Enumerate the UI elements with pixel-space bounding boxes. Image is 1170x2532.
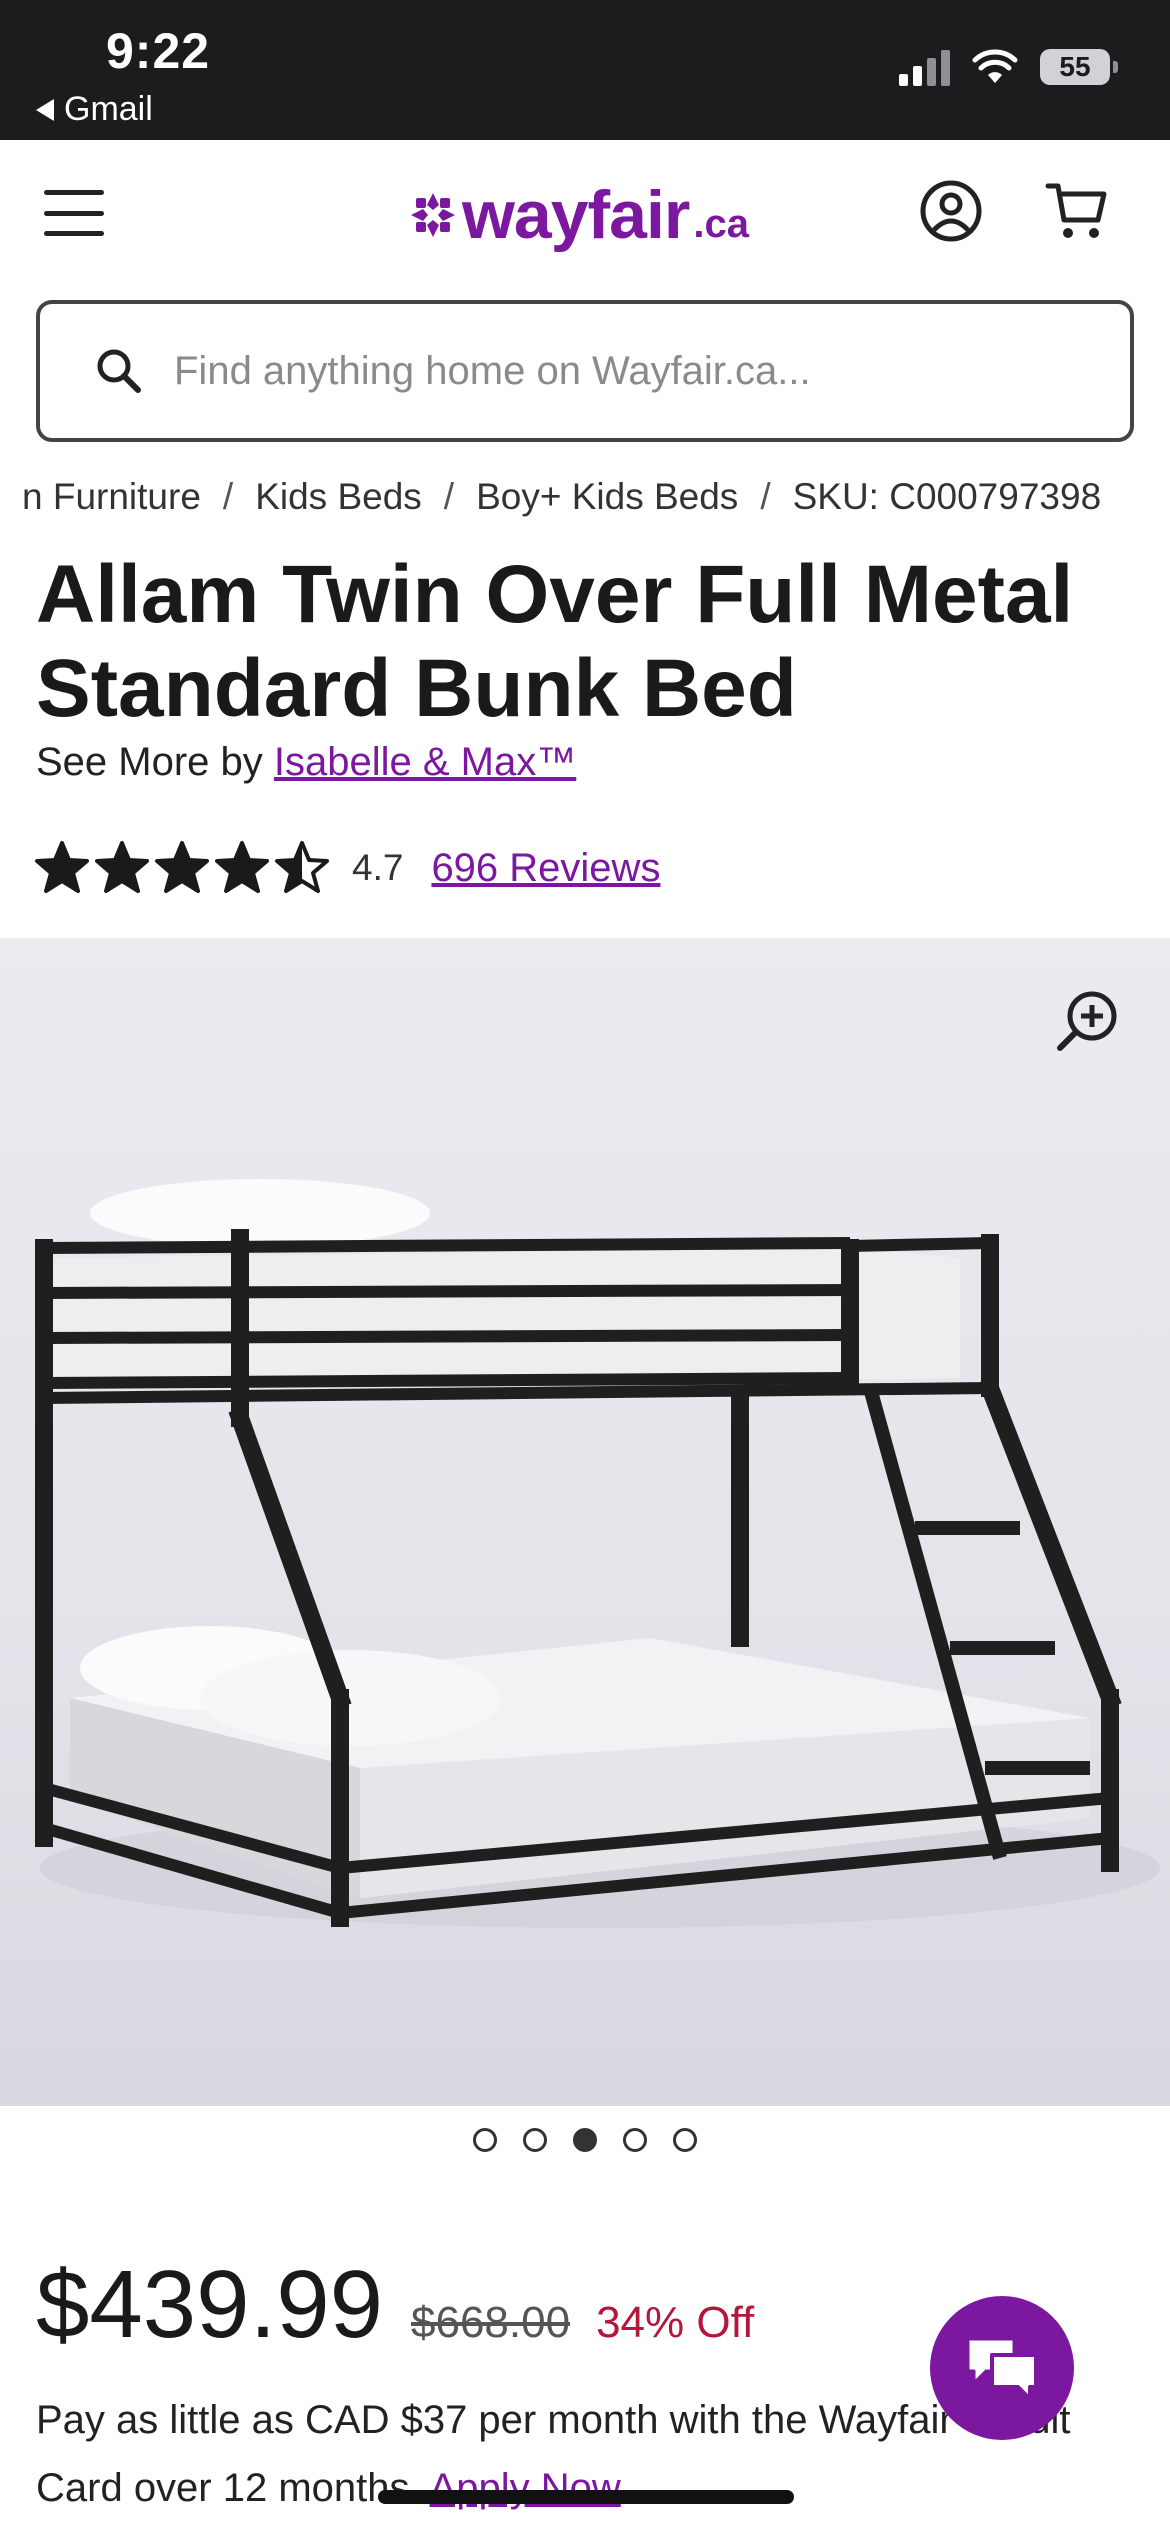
star-icon [275,841,329,893]
menu-icon[interactable] [44,190,104,236]
search-input[interactable] [174,348,1130,394]
chat-button[interactable] [930,2296,1074,2440]
zoom-in-icon[interactable] [1054,988,1120,1054]
logo-text: wayfair [462,177,690,253]
back-arrow-icon [36,98,54,121]
rating-value: 4.7 [352,847,404,888]
star-rating [34,840,330,896]
bunk-bed-illustration [35,1179,1160,1928]
breadcrumb-sku: SKU: C000797398 [792,476,1102,517]
reviews-link[interactable]: 696 Reviews [431,846,660,891]
battery-level: 55 [1059,51,1091,82]
logo-tld: .ca [693,201,749,246]
gallery-dot[interactable] [673,2128,697,2152]
breadcrumb-item[interactable]: n Furniture [22,476,201,518]
status-icons: 55 [899,48,1118,86]
back-label: Gmail [64,90,153,128]
back-to-gmail-button[interactable]: Gmail [36,90,153,129]
cellular-signal-icon [899,48,950,86]
battery-icon: 55 [1040,49,1118,85]
discount-label: 34% Off [596,2298,755,2347]
breadcrumb-separator: / [760,476,771,517]
brand-link[interactable]: Isabelle & Max™ [274,740,576,784]
account-icon[interactable] [920,180,982,242]
sale-price: $439.99 [36,2251,384,2358]
status-time: 9:22 [106,23,211,79]
search-bar[interactable] [36,300,1134,442]
gallery-dot[interactable] [623,2128,647,2152]
breadcrumb-separator: / [443,476,455,517]
site-header: wayfair .ca [0,140,1170,284]
star-icon [95,841,149,893]
breadcrumb-item[interactable]: Boy+ Kids Beds [476,476,738,518]
original-price: $668.00 [411,2298,571,2347]
breadcrumb-item[interactable]: Kids Beds [255,476,422,518]
wayfair-logo-mark-icon [411,193,455,237]
gallery-pagination [0,2128,1170,2152]
home-indicator [378,2490,794,2504]
breadcrumb: n Furniture / Kids Beds / Boy+ Kids Beds… [22,476,1101,518]
breadcrumb-separator: / [222,476,234,517]
star-icon [35,841,89,893]
search-icon [97,349,141,393]
product-rating: 4.7 696 Reviews [34,840,660,896]
gallery-dot[interactable] [473,2128,497,2152]
wayfair-logo[interactable]: wayfair .ca [408,176,749,254]
gallery-dot[interactable] [573,2128,597,2152]
star-icon [155,841,209,893]
price-row: $439.99 $668.00 34% Off [36,2250,754,2360]
chat-icon [966,2337,1038,2401]
star-icon [215,841,269,893]
product-image[interactable] [0,938,1170,2106]
see-more-prefix: See More by [36,740,263,784]
cart-icon[interactable] [1044,178,1110,244]
wifi-icon [972,49,1018,83]
status-bar: 9:22 Gmail 55 [0,0,1170,140]
product-title: Allam Twin Over Full Metal Standard Bunk… [36,549,1074,734]
gallery-dot[interactable] [523,2128,547,2152]
see-more-by: See More by Isabelle & Max™ [36,740,576,785]
